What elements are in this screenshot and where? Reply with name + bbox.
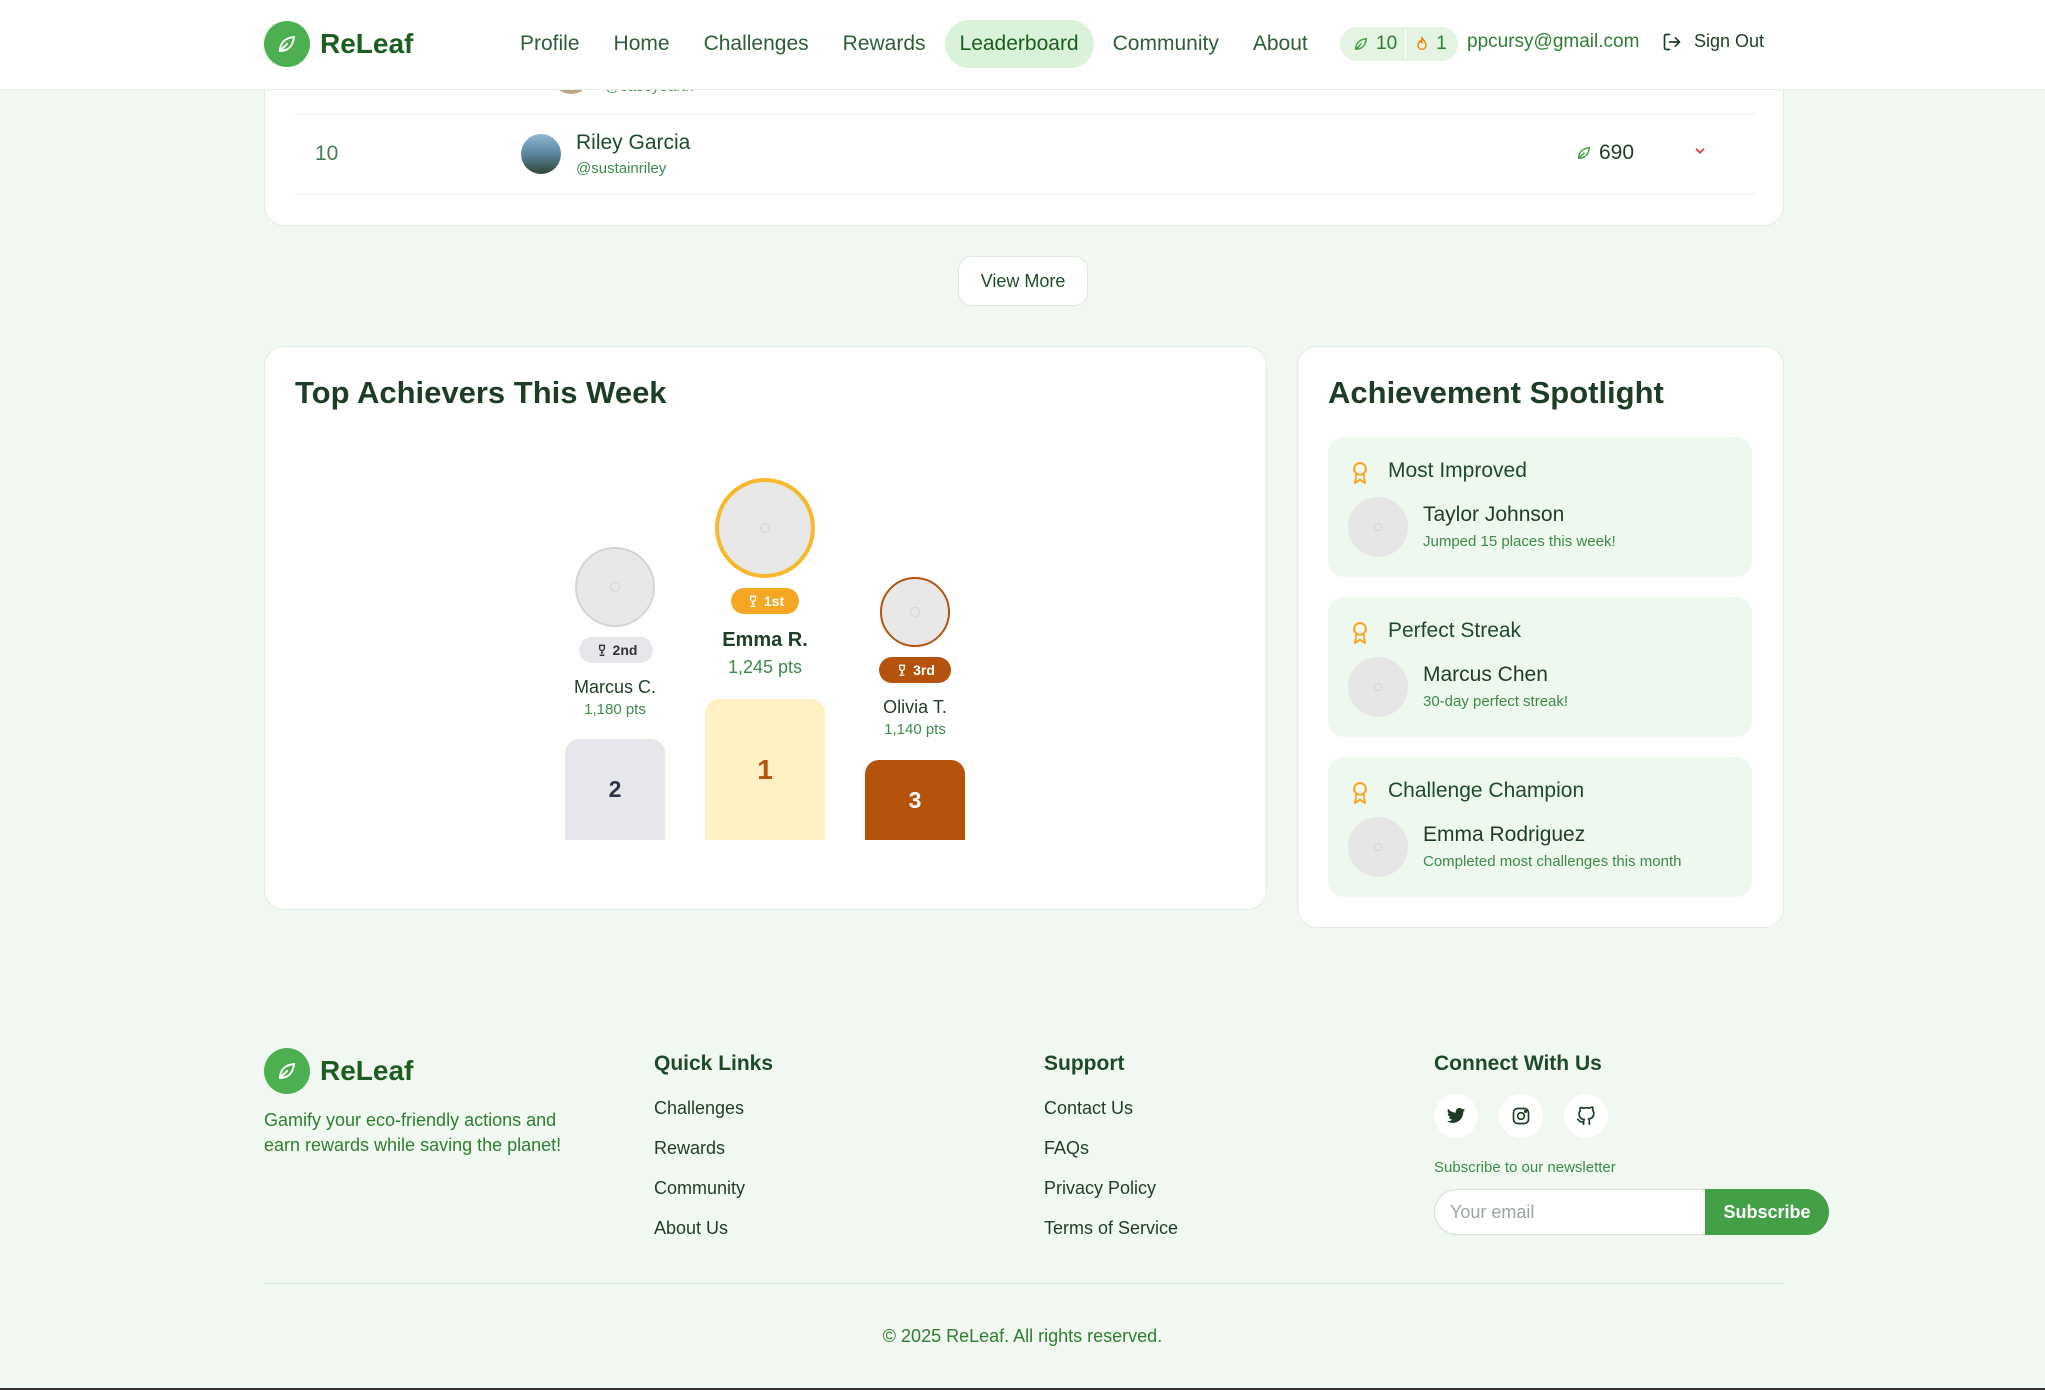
- nav-community[interactable]: Community: [1098, 20, 1234, 68]
- user-name: Riley Garcia: [576, 131, 691, 154]
- podium-points: 1,140 pts: [884, 721, 946, 738]
- top-achievers-card: Top Achievers This Week 2nd Marcus C. 1,…: [264, 346, 1267, 910]
- third-place-badge: 3rd: [879, 657, 951, 683]
- footer-tagline: Gamify your eco-friendly actions and ear…: [264, 1110, 562, 1155]
- second-place-badge: 2nd: [579, 637, 653, 663]
- spotlight-name: Marcus Chen: [1423, 663, 1548, 686]
- award-title: Perfect Streak: [1388, 619, 1522, 642]
- copyright-text: © 2025 ReLeaf. All rights reserved.: [882, 1326, 1163, 1346]
- chevron-down-icon[interactable]: [1693, 144, 1707, 158]
- podium-name: Emma R.: [722, 629, 808, 651]
- leaf-points-icon: [1354, 37, 1368, 51]
- user-stats-pill: 10 1: [1340, 27, 1458, 61]
- github-icon[interactable]: [1564, 1094, 1608, 1138]
- avatar: [1348, 817, 1408, 877]
- nav-home[interactable]: Home: [599, 20, 685, 68]
- leaf-logo-icon: [264, 21, 310, 67]
- support-heading: Support: [1044, 1052, 1125, 1075]
- spotlight-item: Most Improved Taylor Johnson Jumped 15 p…: [1328, 437, 1752, 577]
- view-more-button[interactable]: View More: [958, 256, 1088, 306]
- footer-link-about[interactable]: About Us: [654, 1218, 728, 1239]
- twitter-icon[interactable]: [1434, 1094, 1478, 1138]
- rank-number: 10: [315, 142, 339, 165]
- avatar: [521, 134, 561, 174]
- footer-link-rewards[interactable]: Rewards: [654, 1138, 725, 1159]
- avatar: [715, 478, 815, 578]
- footer-link-community[interactable]: Community: [654, 1178, 745, 1199]
- spotlight-name: Taylor Johnson: [1423, 503, 1565, 526]
- avatar: [575, 547, 655, 627]
- quick-links-heading: Quick Links: [654, 1052, 774, 1075]
- top-navbar: ReLeaf Profile Home Challenges Rewards L…: [0, 0, 2045, 90]
- subscribe-button[interactable]: Subscribe: [1705, 1189, 1829, 1235]
- avatar: [1348, 497, 1408, 557]
- spotlight-desc: Completed most challenges this month: [1423, 853, 1682, 870]
- leaf-icon: [1577, 146, 1591, 160]
- footer-link-privacy[interactable]: Privacy Policy: [1044, 1178, 1156, 1199]
- footer-link-challenges[interactable]: Challenges: [654, 1098, 744, 1119]
- award-icon: [1353, 462, 1367, 484]
- user-handle: @sustainriley: [576, 160, 667, 177]
- nav-about[interactable]: About: [1238, 20, 1323, 68]
- award-icon: [1353, 782, 1367, 804]
- award-icon: [1353, 622, 1367, 644]
- trophy-icon: [899, 664, 906, 676]
- sign-out-button[interactable]: Sign Out: [1662, 31, 1764, 52]
- spotlight-name: Emma Rodriguez: [1423, 823, 1586, 846]
- podium-points: 1,180 pts: [584, 701, 646, 718]
- card-title: Achievement Spotlight: [1328, 375, 1664, 410]
- sign-out-label: Sign Out: [1694, 31, 1765, 51]
- podium-points: 1,245 pts: [727, 657, 803, 677]
- podium-block-second: 2: [565, 739, 665, 840]
- brand-name: ReLeaf: [320, 28, 414, 59]
- spotlight-desc: 30-day perfect streak!: [1423, 693, 1569, 710]
- points-value: 690: [1599, 141, 1635, 164]
- nav-challenges[interactable]: Challenges: [689, 20, 824, 68]
- spotlight-desc: Jumped 15 places this week!: [1423, 533, 1616, 550]
- trophy-icon: [749, 595, 756, 607]
- flame-icon: [1417, 36, 1427, 50]
- brand-name: ReLeaf: [320, 1055, 414, 1086]
- newsletter-email-input[interactable]: [1434, 1189, 1706, 1235]
- brand-logo[interactable]: ReLeaf: [264, 21, 413, 67]
- user-points: 690: [1575, 141, 1634, 165]
- podium-block-third: 3: [865, 760, 965, 840]
- spotlight-item: Challenge Champion Emma Rodriguez Comple…: [1328, 757, 1752, 897]
- award-title: Most Improved: [1388, 459, 1527, 482]
- avatar: [880, 577, 950, 647]
- nav-leaderboard[interactable]: Leaderboard: [944, 20, 1094, 68]
- nav-profile[interactable]: Profile: [505, 20, 595, 68]
- podium-block-first: 1: [705, 699, 825, 840]
- newsletter-label: Subscribe to our newsletter: [1434, 1159, 1616, 1176]
- nav-rewards[interactable]: Rewards: [828, 20, 941, 68]
- first-place-badge: 1st: [731, 588, 799, 614]
- card-title: Top Achievers This Week: [295, 375, 667, 410]
- footer-link-faqs[interactable]: FAQs: [1044, 1138, 1089, 1159]
- achievement-spotlight-card: Achievement Spotlight Most Improved Tayl…: [1297, 346, 1784, 928]
- trophy-icon: [598, 644, 605, 656]
- footer-divider: [264, 1283, 1784, 1284]
- table-row[interactable]: 10 Riley Garcia @sustainriley 690: [295, 114, 1755, 194]
- log-out-icon: [1663, 33, 1681, 50]
- main-nav: Profile Home Challenges Rewards Leaderbo…: [505, 18, 1327, 70]
- spotlight-item: Perfect Streak Marcus Chen 30-day perfec…: [1328, 597, 1752, 737]
- user-email: ppcursy@gmail.com: [1467, 31, 1640, 52]
- footer-brand[interactable]: ReLeaf: [264, 1048, 413, 1094]
- footer-link-contact[interactable]: Contact Us: [1044, 1098, 1133, 1119]
- leaf-count: 10: [1376, 33, 1398, 54]
- podium-name: Marcus C.: [573, 677, 656, 697]
- avatar: [1348, 657, 1408, 717]
- podium-name: Olivia T.: [883, 697, 947, 717]
- award-title: Challenge Champion: [1388, 779, 1585, 802]
- leaf-logo-icon: [264, 1048, 310, 1094]
- connect-heading: Connect With Us: [1434, 1052, 1602, 1075]
- footer-link-terms[interactable]: Terms of Service: [1044, 1218, 1178, 1239]
- instagram-icon[interactable]: [1499, 1094, 1543, 1138]
- streak-count: 1: [1436, 33, 1447, 54]
